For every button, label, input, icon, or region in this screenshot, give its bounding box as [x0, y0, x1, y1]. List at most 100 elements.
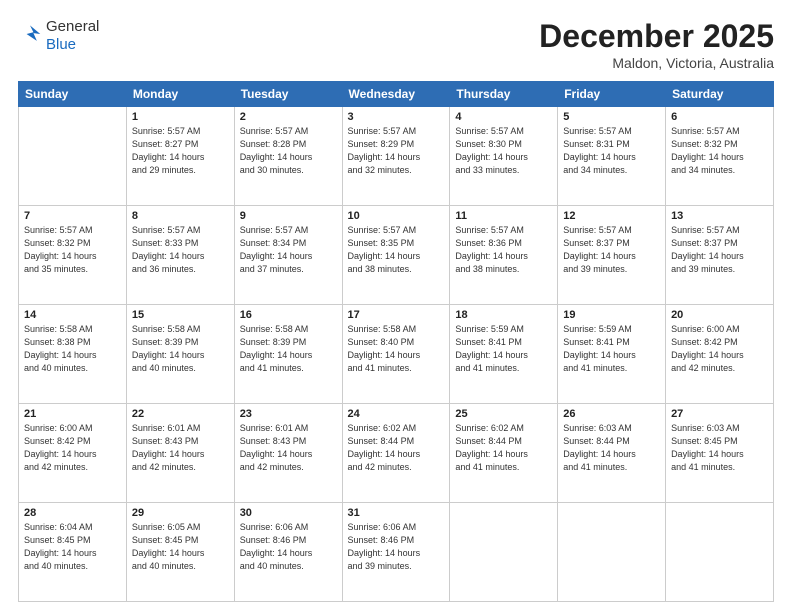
day-number: 6 — [671, 111, 768, 123]
day-info: Sunrise: 5:57 AM Sunset: 8:37 PM Dayligh… — [671, 224, 768, 276]
calendar-cell: 21 Sunrise: 6:00 AM Sunset: 8:42 PM Dayli… — [19, 404, 127, 503]
day-info: Sunrise: 5:57 AM Sunset: 8:28 PM Dayligh… — [240, 125, 337, 177]
day-number: 1 — [132, 111, 229, 123]
day-number: 2 — [240, 111, 337, 123]
day-number: 25 — [455, 408, 552, 420]
day-number: 5 — [563, 111, 660, 123]
week-row-2: 14 Sunrise: 5:58 AM Sunset: 8:38 PM Dayli… — [19, 305, 774, 404]
day-info: Sunrise: 6:00 AM Sunset: 8:42 PM Dayligh… — [24, 422, 121, 474]
day-number: 13 — [671, 210, 768, 222]
calendar-cell: 24 Sunrise: 6:02 AM Sunset: 8:44 PM Dayli… — [342, 404, 450, 503]
calendar-cell: 17Sunrise: 5:58 AM Sunset: 8:40 PM Dayli… — [342, 305, 450, 404]
week-row-4: 28Sunrise: 6:04 AM Sunset: 8:45 PM Dayli… — [19, 503, 774, 602]
calendar-cell: 14 Sunrise: 5:58 AM Sunset: 8:38 PM Dayli… — [19, 305, 127, 404]
calendar-cell: 18 Sunrise: 5:59 AM Sunset: 8:41 PM Dayli… — [450, 305, 558, 404]
day-info: Sunrise: 5:57 AM Sunset: 8:33 PM Dayligh… — [132, 224, 229, 276]
day-info: Sunrise: 6:00 AM Sunset: 8:42 PM Dayligh… — [671, 323, 768, 375]
calendar-cell: 28Sunrise: 6:04 AM Sunset: 8:45 PM Dayli… — [19, 503, 127, 602]
logo-general: General — [46, 18, 99, 36]
day-number: 23 — [240, 408, 337, 420]
day-info: Sunrise: 5:57 AM Sunset: 8:32 PM Dayligh… — [24, 224, 121, 276]
calendar-cell: 4Sunrise: 5:57 AM Sunset: 8:30 PM Daylig… — [450, 107, 558, 206]
column-header-monday: Monday — [126, 82, 234, 107]
day-number: 22 — [132, 408, 229, 420]
logo-bird-icon — [18, 22, 42, 46]
day-info: Sunrise: 5:57 AM Sunset: 8:35 PM Dayligh… — [348, 224, 445, 276]
calendar-cell: 9 Sunrise: 5:57 AM Sunset: 8:34 PM Daylig… — [234, 206, 342, 305]
day-number: 26 — [563, 408, 660, 420]
location: Maldon, Victoria, Australia — [539, 55, 774, 71]
day-info: Sunrise: 5:57 AM Sunset: 8:37 PM Dayligh… — [563, 224, 660, 276]
day-info: Sunrise: 6:04 AM Sunset: 8:45 PM Dayligh… — [24, 521, 121, 573]
title-block: December 2025 Maldon, Victoria, Australi… — [539, 18, 774, 71]
day-info: Sunrise: 5:57 AM Sunset: 8:36 PM Dayligh… — [455, 224, 552, 276]
week-row-1: 7 Sunrise: 5:57 AM Sunset: 8:32 PM Daylig… — [19, 206, 774, 305]
day-number: 4 — [455, 111, 552, 123]
day-number: 21 — [24, 408, 121, 420]
day-number: 12 — [563, 210, 660, 222]
day-info: Sunrise: 5:58 AM Sunset: 8:39 PM Dayligh… — [240, 323, 337, 375]
day-info: Sunrise: 6:02 AM Sunset: 8:44 PM Dayligh… — [348, 422, 445, 474]
day-info: Sunrise: 5:57 AM Sunset: 8:34 PM Dayligh… — [240, 224, 337, 276]
day-info: Sunrise: 6:05 AM Sunset: 8:45 PM Dayligh… — [132, 521, 229, 573]
day-info: Sunrise: 5:59 AM Sunset: 8:41 PM Dayligh… — [455, 323, 552, 375]
day-info: Sunrise: 5:57 AM Sunset: 8:29 PM Dayligh… — [348, 125, 445, 177]
calendar-cell: 15Sunrise: 5:58 AM Sunset: 8:39 PM Dayli… — [126, 305, 234, 404]
day-number: 14 — [24, 309, 121, 321]
day-number: 19 — [563, 309, 660, 321]
header: General Blue December 2025 Maldon, Victo… — [18, 18, 774, 71]
day-number: 30 — [240, 507, 337, 519]
day-number: 9 — [240, 210, 337, 222]
logo: General Blue — [18, 18, 99, 54]
day-number: 20 — [671, 309, 768, 321]
column-header-tuesday: Tuesday — [234, 82, 342, 107]
day-info: Sunrise: 5:59 AM Sunset: 8:41 PM Dayligh… — [563, 323, 660, 375]
day-number: 29 — [132, 507, 229, 519]
day-info: Sunrise: 6:02 AM Sunset: 8:44 PM Dayligh… — [455, 422, 552, 474]
calendar-cell: 22 Sunrise: 6:01 AM Sunset: 8:43 PM Dayli… — [126, 404, 234, 503]
calendar-cell — [558, 503, 666, 602]
column-header-sunday: Sunday — [19, 82, 127, 107]
day-info: Sunrise: 5:57 AM Sunset: 8:32 PM Dayligh… — [671, 125, 768, 177]
day-number: 7 — [24, 210, 121, 222]
calendar-cell: 31Sunrise: 6:06 AM Sunset: 8:46 PM Dayli… — [342, 503, 450, 602]
calendar-cell: 26Sunrise: 6:03 AM Sunset: 8:44 PM Dayli… — [558, 404, 666, 503]
column-header-wednesday: Wednesday — [342, 82, 450, 107]
day-info: Sunrise: 6:01 AM Sunset: 8:43 PM Dayligh… — [132, 422, 229, 474]
day-info: Sunrise: 5:57 AM Sunset: 8:27 PM Dayligh… — [132, 125, 229, 177]
calendar-cell: 29 Sunrise: 6:05 AM Sunset: 8:45 PM Dayli… — [126, 503, 234, 602]
calendar-cell: 1 Sunrise: 5:57 AM Sunset: 8:27 PM Daylig… — [126, 107, 234, 206]
day-number: 17 — [348, 309, 445, 321]
calendar-cell: 5 Sunrise: 5:57 AM Sunset: 8:31 PM Daylig… — [558, 107, 666, 206]
column-header-thursday: Thursday — [450, 82, 558, 107]
calendar-cell — [450, 503, 558, 602]
calendar-cell: 6 Sunrise: 5:57 AM Sunset: 8:32 PM Daylig… — [666, 107, 774, 206]
calendar-cell — [19, 107, 127, 206]
day-info: Sunrise: 5:58 AM Sunset: 8:39 PM Dayligh… — [132, 323, 229, 375]
day-number: 18 — [455, 309, 552, 321]
day-number: 11 — [455, 210, 552, 222]
page: General Blue December 2025 Maldon, Victo… — [0, 0, 792, 612]
day-info: Sunrise: 6:01 AM Sunset: 8:43 PM Dayligh… — [240, 422, 337, 474]
day-info: Sunrise: 5:58 AM Sunset: 8:38 PM Dayligh… — [24, 323, 121, 375]
day-info: Sunrise: 5:57 AM Sunset: 8:31 PM Dayligh… — [563, 125, 660, 177]
day-info: Sunrise: 6:03 AM Sunset: 8:45 PM Dayligh… — [671, 422, 768, 474]
day-number: 3 — [348, 111, 445, 123]
calendar-cell: 25 Sunrise: 6:02 AM Sunset: 8:44 PM Dayli… — [450, 404, 558, 503]
calendar-cell: 12 Sunrise: 5:57 AM Sunset: 8:37 PM Dayli… — [558, 206, 666, 305]
calendar-cell — [666, 503, 774, 602]
day-info: Sunrise: 6:06 AM Sunset: 8:46 PM Dayligh… — [240, 521, 337, 573]
calendar-cell: 16Sunrise: 5:58 AM Sunset: 8:39 PM Dayli… — [234, 305, 342, 404]
calendar-cell: 3 Sunrise: 5:57 AM Sunset: 8:29 PM Daylig… — [342, 107, 450, 206]
logo-text: General Blue — [46, 18, 99, 54]
column-header-saturday: Saturday — [666, 82, 774, 107]
calendar-cell: 2 Sunrise: 5:57 AM Sunset: 8:28 PM Daylig… — [234, 107, 342, 206]
logo-blue: Blue — [46, 36, 99, 54]
day-number: 10 — [348, 210, 445, 222]
week-row-0: 1 Sunrise: 5:57 AM Sunset: 8:27 PM Daylig… — [19, 107, 774, 206]
day-number: 27 — [671, 408, 768, 420]
month-title: December 2025 — [539, 18, 774, 55]
week-row-3: 21 Sunrise: 6:00 AM Sunset: 8:42 PM Dayli… — [19, 404, 774, 503]
calendar-cell: 23 Sunrise: 6:01 AM Sunset: 8:43 PM Dayli… — [234, 404, 342, 503]
day-number: 24 — [348, 408, 445, 420]
